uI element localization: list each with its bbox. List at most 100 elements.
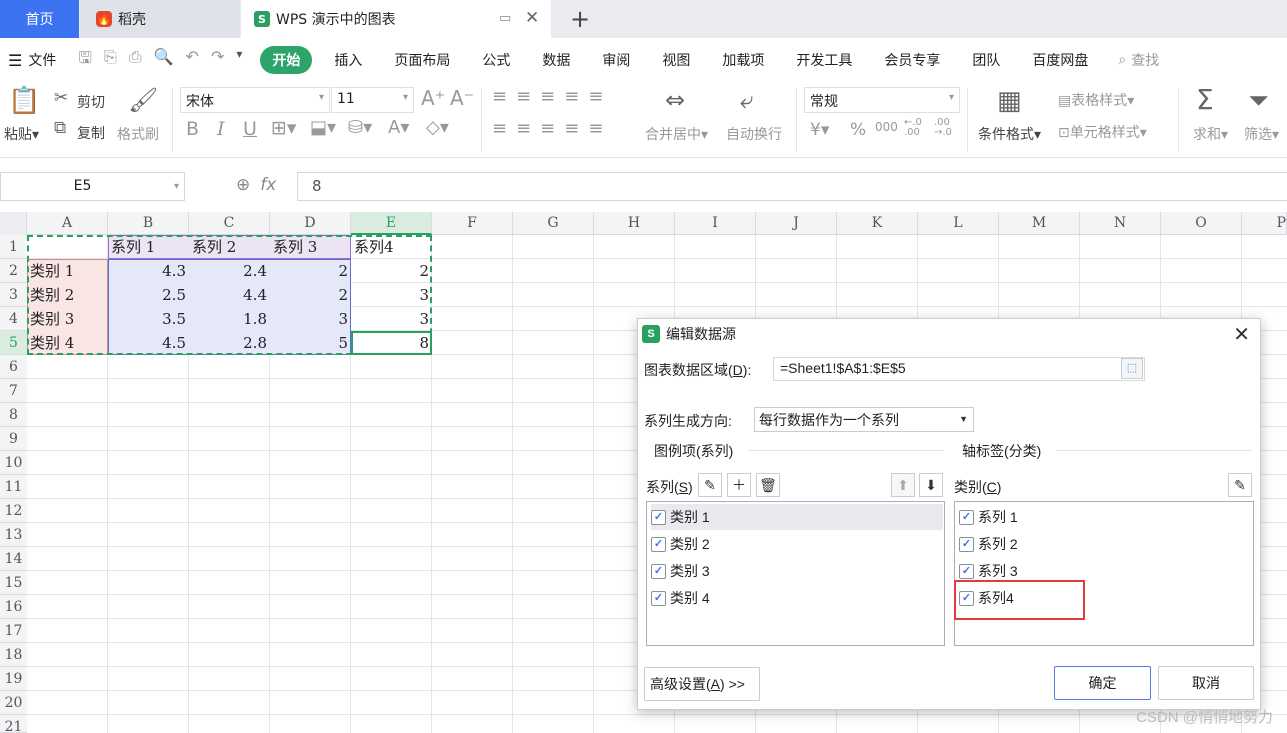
increase-decimal-button[interactable]: ←.0 .00 <box>904 118 928 138</box>
row-header[interactable]: 17 <box>0 619 27 643</box>
cell-A5[interactable]: 类别 4 <box>27 331 108 355</box>
cell-style-brush-icon[interactable]: ⬓▾ <box>310 117 336 138</box>
row-header[interactable]: 16 <box>0 595 27 619</box>
collapse-range-icon[interactable]: ⬚ <box>1121 358 1143 379</box>
copy-icon[interactable]: ⧉ <box>54 120 66 137</box>
merge-center-button[interactable]: 合并居中▾ <box>645 124 708 144</box>
undo-icon[interactable]: ↶ <box>186 47 199 74</box>
checkbox[interactable]: ✓ <box>959 536 974 552</box>
column-header[interactable]: N <box>1080 212 1161 235</box>
move-up-button[interactable]: ⬆ <box>891 473 915 497</box>
list-item[interactable]: ✓ 系列 2 <box>959 531 1251 557</box>
row-header[interactable]: 14 <box>0 547 27 571</box>
column-header[interactable]: H <box>594 212 675 235</box>
checkbox[interactable]: ✓ <box>651 563 666 579</box>
thousands-button[interactable]: 000 <box>875 120 898 134</box>
print-icon[interactable]: ⎙ <box>129 47 142 74</box>
increase-font-icon[interactable]: A⁺ <box>421 86 445 110</box>
edit-category-button[interactable]: ✎ <box>1228 473 1252 497</box>
column-header[interactable]: M <box>999 212 1080 235</box>
filter-button[interactable]: 筛选▾ <box>1244 124 1279 144</box>
row-header[interactable]: 4 <box>0 307 27 331</box>
row-header[interactable]: 13 <box>0 523 27 547</box>
ok-button[interactable]: 确定 <box>1054 666 1151 700</box>
row-header[interactable]: 10 <box>0 451 27 475</box>
column-header[interactable]: L <box>918 212 999 235</box>
row-header[interactable]: 3 <box>0 283 27 307</box>
menu-team[interactable]: 团队 <box>956 50 1016 70</box>
checkbox[interactable]: ✓ <box>959 563 974 579</box>
cell-D2[interactable]: 2 <box>270 259 351 283</box>
column-header[interactable]: J <box>756 212 837 235</box>
column-header[interactable]: D <box>270 212 351 235</box>
cell-A3[interactable]: 类别 2 <box>27 283 108 307</box>
list-item[interactable]: ✓ 类别 3 <box>651 558 943 584</box>
format-painter-button[interactable]: 格式刷 <box>117 124 159 144</box>
sum-sigma-icon[interactable]: Σ <box>1196 86 1214 114</box>
tab-daoke[interactable]: 🔥 稻壳 <box>80 0 240 38</box>
scissors-icon[interactable]: ✂ <box>54 90 68 107</box>
decrease-font-icon[interactable]: A⁻ <box>450 86 474 110</box>
cell-D1[interactable]: 系列 3 <box>270 235 351 259</box>
borders-icon[interactable]: ⊞▾ <box>271 117 296 139</box>
conditional-format-icon[interactable]: ▦ <box>997 88 1022 114</box>
menu-review[interactable]: 审阅 <box>586 50 646 70</box>
list-item[interactable]: ✓ 类别 2 <box>651 531 943 557</box>
column-header-active[interactable]: E <box>351 212 432 235</box>
cell-D3[interactable]: 2 <box>270 283 351 307</box>
row-header[interactable]: 18 <box>0 643 27 667</box>
formula-input[interactable]: 8 <box>297 172 1287 201</box>
cell-A4[interactable]: 类别 3 <box>27 307 108 331</box>
fx-icon[interactable]: fx <box>260 175 276 195</box>
percent-button[interactable]: % <box>850 120 866 140</box>
tab-close-icon[interactable]: ✕ <box>525 8 539 28</box>
checkbox[interactable]: ✓ <box>959 509 974 525</box>
delete-series-button[interactable]: 🗑 <box>756 473 780 497</box>
cell-B1[interactable]: 系列 1 <box>108 235 189 259</box>
vertical-align-icons[interactable]: ≡≡≡≡≡ <box>492 86 612 107</box>
row-header[interactable]: 15 <box>0 571 27 595</box>
cell-C5[interactable]: 2.8 <box>189 331 270 355</box>
menu-baidu-disk[interactable]: 百度网盘 <box>1016 50 1104 70</box>
cell-B3[interactable]: 2.5 <box>108 283 189 307</box>
format-painter-icon[interactable]: 🖌 <box>128 88 158 112</box>
column-header[interactable]: O <box>1161 212 1242 235</box>
close-icon[interactable]: ✕ <box>1233 322 1250 347</box>
row-header[interactable]: 8 <box>0 403 27 427</box>
italic-button[interactable]: I <box>217 118 225 140</box>
sum-button[interactable]: 求和▾ <box>1193 124 1228 144</box>
name-box[interactable]: E5 ▾ <box>0 172 185 201</box>
add-series-button[interactable]: ＋ <box>727 473 751 497</box>
menu-data[interactable]: 数据 <box>526 50 586 70</box>
clear-eraser-icon[interactable]: ◇▾ <box>426 117 449 138</box>
decrease-decimal-button[interactable]: .00 →.0 <box>934 118 958 138</box>
zoom-icon[interactable]: ⊕ <box>236 175 250 195</box>
column-header[interactable]: K <box>837 212 918 235</box>
cell-E2[interactable]: 2 <box>351 259 432 283</box>
fill-color-icon[interactable]: ⛁▾ <box>348 117 372 138</box>
underline-button[interactable]: U <box>243 118 257 140</box>
checkbox[interactable]: ✓ <box>651 536 666 552</box>
menu-member[interactable]: 会员专享 <box>868 50 956 70</box>
cell-A2[interactable]: 类别 1 <box>27 259 108 283</box>
menu-developer[interactable]: 开发工具 <box>780 50 868 70</box>
font-size-select[interactable]: 11 ▾ <box>331 87 414 113</box>
row-header[interactable]: 12 <box>0 499 27 523</box>
cut-button[interactable]: 剪切 <box>77 92 105 112</box>
row-header[interactable]: 21 <box>0 715 27 733</box>
list-item[interactable]: ✓ 类别 1 <box>651 504 943 530</box>
number-format-select[interactable]: 常规 ▾ <box>804 87 960 113</box>
filter-funnel-icon[interactable]: ⏷ <box>1248 88 1269 114</box>
column-header[interactable]: P <box>1242 212 1287 235</box>
wrap-text-icon[interactable]: ⤶ <box>740 88 753 112</box>
menu-view[interactable]: 视图 <box>646 50 706 70</box>
row-header[interactable]: 9 <box>0 427 27 451</box>
customize-dropdown-icon[interactable]: ▾ <box>236 47 242 74</box>
cancel-button[interactable]: 取消 <box>1158 666 1254 700</box>
list-item[interactable]: ✓ 系列4 <box>959 585 1251 611</box>
font-color-icon[interactable]: A▾ <box>388 117 409 138</box>
file-menu[interactable]: ☰ 文件 <box>0 50 68 70</box>
cell-E1[interactable]: 系列4 <box>351 235 432 259</box>
cell-E4[interactable]: 3 <box>351 307 432 331</box>
copy-button[interactable]: 复制 <box>77 123 105 143</box>
